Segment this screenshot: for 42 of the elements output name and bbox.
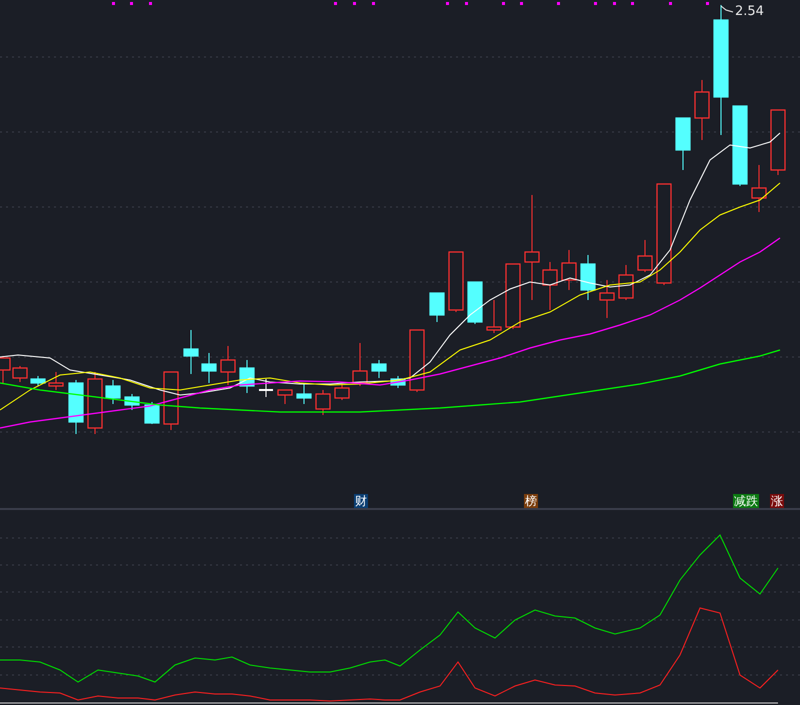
rising-candle [561,250,577,290]
event-tag: 榜 [524,494,538,508]
rising-candle [163,371,179,430]
event-tag: 财 [354,494,368,508]
doji-candle [259,378,273,398]
falling-candle [580,254,596,300]
rising-candle [618,264,634,300]
event-tag: 涨 [770,494,784,508]
falling-candle [144,402,160,424]
falling-candle [239,360,255,394]
falling-candle [296,382,312,404]
rising-candle [87,372,103,434]
rising-candle [694,80,710,140]
rising-candle [486,300,502,334]
rising-candle [334,384,350,400]
falling-candle [124,394,140,410]
rising-candle [637,240,653,272]
rising-candle [220,346,236,386]
falling-candle [183,330,199,374]
rising-candle [599,280,615,318]
rising-candle [770,109,786,176]
falling-candle [429,292,445,322]
rising-candle [48,372,64,390]
rising-candle [277,389,293,404]
rising-candle [542,262,558,310]
falling-candle [675,117,691,170]
falling-candle [30,376,46,386]
falling-candle [390,376,406,388]
falling-candle [371,360,387,378]
rising-candle [352,342,368,386]
falling-candle [201,352,217,384]
leader-line [720,6,734,12]
falling-candle [467,281,483,324]
event-tag: 减跌 [733,494,759,508]
rising-candle [505,263,521,330]
high-price-label: 2.54 [735,4,764,20]
falling-candle [105,380,121,404]
rising-candle [409,329,425,392]
rising-candle [315,390,331,416]
falling-candle [68,380,84,434]
rising-candle [751,164,767,212]
rising-candle [448,251,464,312]
